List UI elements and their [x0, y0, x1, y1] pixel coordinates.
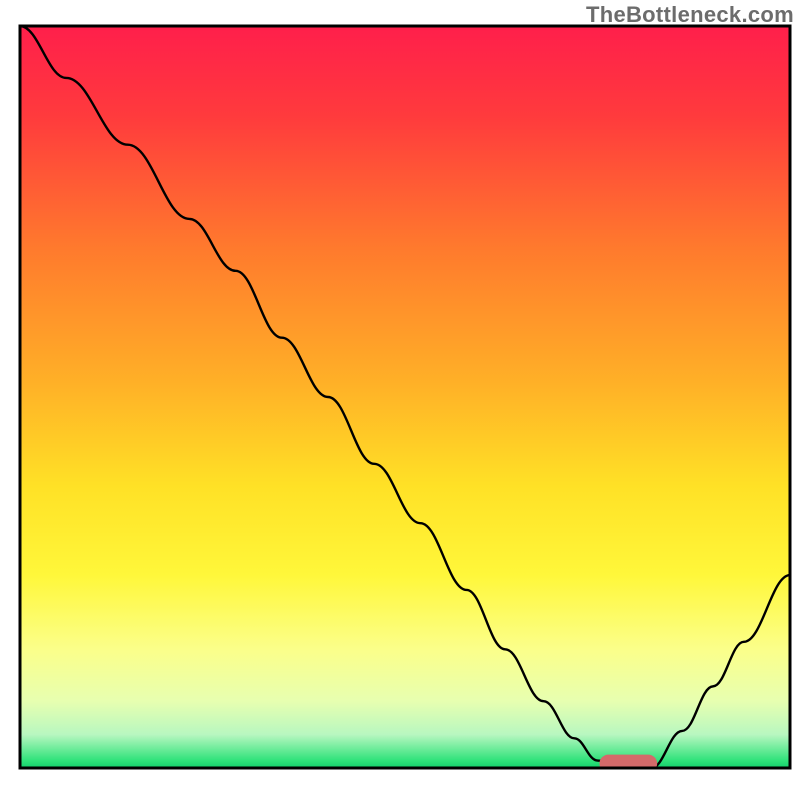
watermark-text: TheBottleneck.com	[586, 2, 794, 28]
gradient-background	[20, 26, 790, 768]
bottleneck-chart	[0, 0, 800, 800]
optimal-range-marker	[599, 755, 657, 773]
